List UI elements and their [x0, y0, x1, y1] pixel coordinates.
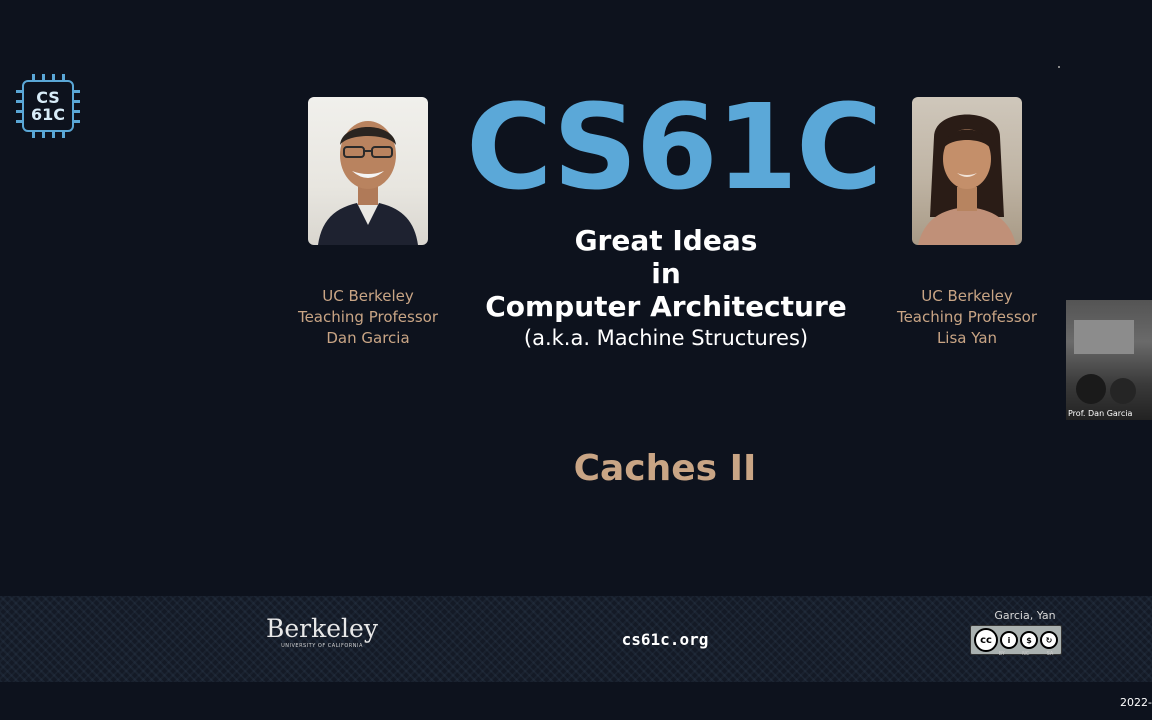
- cc-label-by: BY: [998, 651, 1005, 657]
- decorative-dot: [1058, 66, 1060, 68]
- cc-nc-icon: $: [1020, 631, 1038, 649]
- person-portrait-icon: [318, 121, 418, 245]
- video-person-silhouette: [1110, 378, 1136, 404]
- berkeley-subtitle: UNIVERSITY OF CALIFORNIA: [281, 643, 363, 649]
- cc-label-sa: SA: [1046, 651, 1054, 657]
- slide-authors: Garcia, Yan: [994, 609, 1056, 622]
- cc-icon: cc: [974, 628, 998, 652]
- instructor-caption-yan: UC Berkeley Teaching Professor Lisa Yan: [877, 286, 1057, 349]
- date-overlay: 2022-: [1120, 696, 1152, 709]
- chip-body: CS 61C: [22, 80, 74, 132]
- caption-name: Lisa Yan: [936, 329, 998, 347]
- course-title: CS61C: [466, 78, 883, 216]
- caption-affiliation: UC Berkeley: [322, 287, 414, 305]
- course-website-link[interactable]: cs61c.org: [590, 630, 740, 649]
- cc-sa-icon: ↻: [1040, 631, 1058, 649]
- subtitle-line-1: Great Ideas: [574, 224, 758, 257]
- person-portrait-icon: [918, 114, 1016, 245]
- cc-by-icon: i: [1000, 631, 1018, 649]
- instructor-photo-garcia: [308, 97, 428, 245]
- berkeley-wordmark: Berkeley: [266, 614, 378, 643]
- lecture-title: Caches II: [573, 448, 757, 489]
- logo-line2: 61C: [30, 105, 65, 124]
- instructor-caption-garcia: UC Berkeley Teaching Professor Dan Garci…: [278, 286, 458, 349]
- caption-name: Dan Garcia: [326, 329, 410, 347]
- video-projector-screen: [1074, 320, 1134, 354]
- caption-role: Teaching Professor: [297, 308, 439, 326]
- course-aka: (a.k.a. Machine Structures): [523, 326, 809, 350]
- instructor-photo-yan: [912, 97, 1022, 245]
- video-person-silhouette: [1076, 374, 1106, 404]
- video-speaker-label: Prof. Dan Garcia: [1068, 409, 1133, 418]
- cc-labels: BY NC SA: [990, 651, 1062, 657]
- lecture-slide: CS 61C UC Berkeley Teaching Professor Da…: [0, 0, 1152, 720]
- berkeley-logo: Berkeley UNIVERSITY OF CALIFORNIA: [262, 614, 382, 650]
- subtitle-line-2: in: [651, 257, 681, 290]
- speaker-video-thumbnail[interactable]: Prof. Dan Garcia: [1066, 300, 1152, 420]
- cs61c-chip-logo: CS 61C: [16, 74, 80, 138]
- subtitle-line-3: Computer Architecture: [485, 290, 847, 323]
- cc-label-nc: NC: [1022, 651, 1030, 657]
- course-subtitle: Great Ideas in Computer Architecture: [466, 224, 866, 323]
- caption-role: Teaching Professor: [896, 308, 1038, 326]
- logo-line1: CS: [36, 88, 60, 107]
- caption-affiliation: UC Berkeley: [921, 287, 1013, 305]
